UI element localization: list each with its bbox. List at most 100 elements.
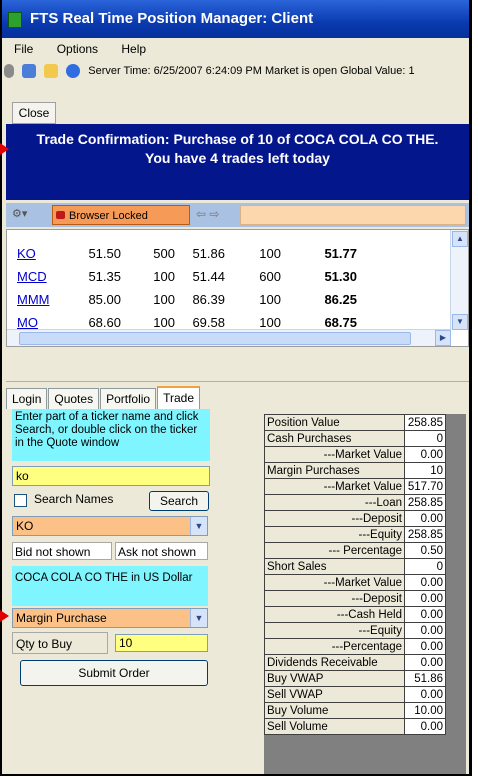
portfolio-row: ---Loan 258.85 [264, 494, 446, 511]
search-names-label: Search Names [34, 492, 114, 506]
scroll-right-icon[interactable]: ▶ [435, 330, 451, 346]
portfolio-row: ---Deposit 0.00 [264, 510, 446, 527]
portfolio-value: 517.70 [404, 478, 446, 495]
bid-display: Bid not shown [12, 542, 112, 560]
ticker-select[interactable]: KO ▼ [12, 516, 208, 536]
tab-trade[interactable]: Trade [157, 386, 201, 410]
order-type-select[interactable]: Margin Purchase ▼ [12, 608, 208, 628]
portfolio-value: 0.00 [404, 622, 446, 639]
back-icon[interactable] [4, 64, 14, 79]
red-arrow-marker [0, 610, 9, 622]
banner-line-2: You have 4 trades left today [145, 150, 330, 166]
quote-window: KO 51.50 500 51.86 100 51.77 MCD 51.35 100 51.44 6… [6, 229, 469, 347]
ticker-search-input[interactable]: ko [12, 466, 210, 486]
divider [6, 381, 469, 382]
tab-login[interactable]: Login [6, 388, 48, 409]
portfolio-row: ---Percentage 0.00 [264, 638, 446, 655]
quote-ask: 51.86 [192, 246, 225, 261]
portfolio-label: Sell Volume [264, 718, 405, 735]
gear-dropdown-icon[interactable]: ⚙▾ [12, 207, 38, 223]
app-window: FTS Real Time Position Manager: Client F… [0, 0, 472, 776]
trade-confirmation-banner: Trade Confirmation: Purchase of 10 of CO… [6, 124, 469, 200]
portfolio-label: Margin Purchases [264, 462, 405, 479]
vertical-scrollbar[interactable]: ▲ ▼ [450, 230, 468, 330]
quote-ask-size: 100 [259, 292, 281, 307]
quote-bid-size: 100 [153, 292, 175, 307]
quote-ask-size: 100 [259, 246, 281, 261]
portfolio-value: 0.00 [404, 590, 446, 607]
submit-order-button[interactable]: Submit Order [20, 660, 208, 686]
quote-symbol-link[interactable]: MCD [17, 265, 57, 288]
scroll-thumb[interactable] [19, 332, 411, 345]
portfolio-label: Buy Volume [264, 702, 405, 719]
menu-options[interactable]: Options [57, 42, 98, 56]
quote-bid-size: 100 [153, 269, 175, 284]
portfolio-value: 0.00 [404, 654, 446, 671]
scroll-down-icon[interactable]: ▼ [452, 314, 468, 330]
search-button[interactable]: Search [149, 491, 209, 511]
portfolio-value: 0.00 [404, 574, 446, 591]
quote-bid-size: 500 [153, 246, 175, 261]
portfolio-label: Position Value [264, 414, 405, 431]
address-bar[interactable] [240, 205, 466, 225]
portfolio-label: ---Equity [264, 526, 405, 543]
portfolio-label: Short Sales [264, 558, 405, 575]
nav-arrows-icon[interactable]: ⇦ ⇨ [196, 207, 219, 221]
red-arrow-marker [0, 143, 9, 155]
quote-last: 86.25 [324, 292, 357, 307]
portfolio-row: ---Market Value 517.70 [264, 478, 446, 495]
portfolio-value: 0 [404, 430, 446, 447]
portfolio-label: Buy VWAP [264, 670, 405, 687]
portfolio-label: ---Deposit [264, 510, 405, 527]
order-type-value: Margin Purchase [16, 611, 107, 625]
portfolio-value: 0.00 [404, 718, 446, 735]
portfolio-value: 258.85 [404, 414, 446, 431]
quote-table: KO 51.50 500 51.86 100 51.77 MCD 51.35 100 51.44 6… [17, 242, 357, 334]
folder-icon[interactable] [44, 64, 59, 79]
portfolio-label: ---Market Value [264, 574, 405, 591]
browser-toolbar: ⚙▾ Browser Locked ⇦ ⇨ [6, 203, 469, 227]
quote-symbol-link[interactable]: MMM [17, 288, 57, 311]
quote-last: 51.30 [324, 269, 357, 284]
close-button[interactable]: Close [12, 102, 56, 124]
chevron-down-icon[interactable]: ▼ [190, 609, 207, 627]
tab-strip: Login Quotes Portfolio Trade [6, 386, 201, 410]
horizontal-scrollbar[interactable]: ▶ [7, 329, 451, 346]
quote-row[interactable]: MCD 51.35 100 51.44 600 51.30 [17, 265, 357, 288]
help-icon[interactable] [66, 64, 81, 79]
portfolio-value: 0.00 [404, 446, 446, 463]
menu-help[interactable]: Help [121, 42, 146, 56]
menu-file[interactable]: File [14, 42, 33, 56]
portfolio-row: Sell Volume 0.00 [264, 718, 446, 735]
quote-row[interactable]: MMM 85.00 100 86.39 100 86.25 [17, 288, 357, 311]
menu-bar: File Options Help [2, 38, 469, 60]
portfolio-row: Cash Purchases 0 [264, 430, 446, 447]
tab-portfolio[interactable]: Portfolio [100, 388, 157, 409]
chevron-down-icon[interactable]: ▼ [190, 517, 207, 535]
quote-symbol-link[interactable]: KO [17, 242, 57, 265]
quote-last: 51.77 [324, 246, 357, 261]
portfolio-value: 0.00 [404, 686, 446, 703]
tab-quotes[interactable]: Quotes [48, 388, 100, 409]
refresh-icon[interactable] [22, 64, 37, 79]
portfolio-row: ---Equity 0.00 [264, 622, 446, 639]
browser-locked-button[interactable]: Browser Locked [52, 205, 190, 225]
search-names-checkbox[interactable] [14, 494, 27, 507]
portfolio-value: 0.50 [404, 542, 446, 559]
portfolio-label: ---Percentage [264, 638, 405, 655]
quote-ask: 51.44 [192, 269, 225, 284]
banner-line-1: Trade Confirmation: Purchase of 10 of CO… [36, 131, 439, 147]
qty-input[interactable]: 10 [115, 634, 208, 652]
quote-row[interactable]: KO 51.50 500 51.86 100 51.77 [17, 242, 357, 265]
trade-hint: Enter part of a ticker name and click Se… [12, 409, 210, 461]
quote-bid: 51.35 [88, 269, 121, 284]
portfolio-label: Sell VWAP [264, 686, 405, 703]
portfolio-value: 258.85 [404, 494, 446, 511]
portfolio-row: Buy Volume 10.00 [264, 702, 446, 719]
scroll-up-icon[interactable]: ▲ [452, 231, 468, 247]
portfolio-label: Dividends Receivable [264, 654, 405, 671]
app-icon [8, 12, 22, 28]
portfolio-row: Margin Purchases 10 [264, 462, 446, 479]
portfolio-table: Position Value 258.85 Cash Purchases 0 ---Ma… [264, 414, 446, 735]
ticker-select-value: KO [16, 519, 34, 533]
